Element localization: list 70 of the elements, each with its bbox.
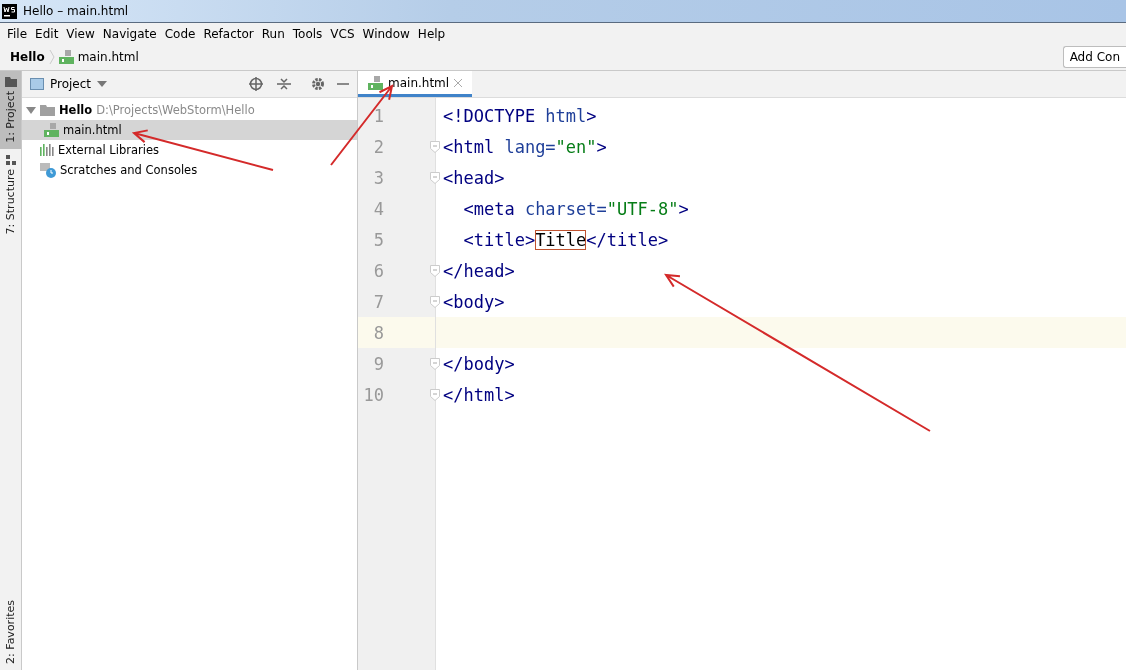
code-line: <!DOCTYPE html> (443, 105, 597, 126)
close-icon[interactable] (454, 78, 463, 87)
menu-item[interactable]: Navigate (98, 26, 161, 41)
line-number: 6 (372, 260, 384, 281)
code-line: </head> (443, 260, 515, 281)
tree-item[interactable]: Hello D:\Projects\WebStorm\Hello (22, 100, 357, 120)
line-number: 2 (372, 136, 384, 157)
locate-icon[interactable] (249, 77, 263, 91)
code-line: <head> (443, 167, 505, 188)
line-number: 1 (372, 105, 384, 126)
menu-item[interactable]: File (3, 26, 32, 41)
panel-icon (30, 78, 44, 90)
line-number: 3 (372, 167, 384, 188)
line-number: 8 (372, 322, 384, 343)
tree-item[interactable]: Scratches and Consoles (22, 160, 357, 180)
tree-item-label: Hello (59, 103, 93, 117)
fold-marker-icon[interactable] (430, 357, 440, 370)
code-line: </body> (443, 353, 515, 374)
menu-item[interactable]: Refactor (199, 26, 258, 41)
code-line: <body> (443, 291, 505, 312)
tool-window-tab[interactable]: 7: Structure (0, 148, 21, 241)
html-file-icon (44, 123, 59, 137)
menu-item[interactable]: VCS (326, 26, 359, 41)
menu-item[interactable]: Code (160, 26, 200, 41)
menu-item[interactable]: View (62, 26, 99, 41)
menu-item[interactable]: Help (413, 26, 450, 41)
fold-marker-icon[interactable] (430, 140, 440, 153)
html-file-icon (368, 75, 383, 90)
breadcrumb-item[interactable]: main.html (77, 50, 139, 64)
tree-item[interactable]: main.html (22, 120, 357, 140)
editor-tab[interactable]: main.html (358, 71, 473, 97)
line-number: 7 (372, 291, 384, 312)
fold-marker-icon[interactable] (430, 264, 440, 277)
collapse-all-icon[interactable] (277, 77, 291, 91)
app-logo (2, 3, 17, 19)
fold-marker-icon[interactable] (430, 388, 440, 401)
code-line: </html> (443, 384, 515, 405)
menu-item[interactable]: Edit (31, 26, 63, 41)
window-title: Hello – main.html (23, 4, 129, 18)
menu-item[interactable]: Tools (288, 26, 327, 41)
expand-arrow-icon[interactable] (26, 105, 36, 115)
tool-window-tab[interactable]: 2: Favorites (0, 594, 21, 670)
fold-marker-icon[interactable] (430, 295, 440, 308)
code-line: <html lang="en"> (443, 136, 607, 157)
library-icon (40, 144, 54, 156)
line-number: 10 (362, 384, 384, 405)
tree-item-label: External Libraries (58, 143, 160, 157)
folder-icon (4, 77, 17, 87)
scratch-icon (40, 162, 56, 178)
line-number: 4 (372, 198, 384, 219)
folder-icon (40, 104, 55, 116)
panel-title[interactable]: Project (50, 77, 92, 91)
breadcrumb-item[interactable]: Hello (10, 50, 45, 64)
project-path: D:\Projects\WebStorm\Hello (96, 103, 255, 117)
tree-item-label: Scratches and Consoles (60, 163, 198, 177)
add-configuration-button[interactable]: Add Con (1062, 46, 1126, 68)
structure-icon (5, 154, 16, 165)
settings-icon[interactable] (311, 77, 325, 91)
line-number: 9 (372, 353, 384, 374)
html-file-icon (58, 50, 74, 64)
chevron-icon (48, 49, 55, 65)
menu-item[interactable]: Window (358, 26, 414, 41)
tree-item-label: main.html (63, 123, 122, 137)
menu-item[interactable]: Run (257, 26, 289, 41)
code-line: <meta charset="UTF-8"> (462, 198, 689, 219)
tree-item[interactable]: External Libraries (22, 140, 357, 160)
tool-window-tab[interactable]: 1: Project (0, 71, 21, 149)
dropdown-caret-icon[interactable] (97, 81, 108, 87)
fold-marker-icon[interactable] (430, 171, 440, 184)
line-number: 5 (372, 229, 384, 250)
